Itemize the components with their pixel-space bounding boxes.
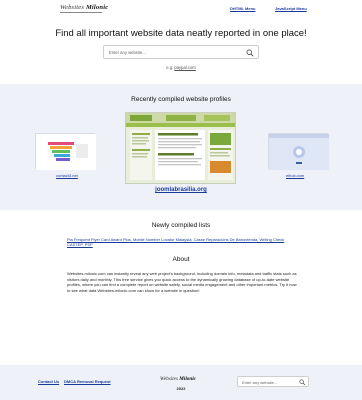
elhok-preview-image	[269, 134, 329, 170]
profile-caption-joomlabrasilia[interactable]: joomlabrasilia.org	[0, 187, 362, 193]
footer-search-icon[interactable]	[298, 379, 306, 386]
footer-dmca-link[interactable]: DMCA Removal Request	[64, 379, 111, 384]
logo-brand: Milonic	[85, 4, 109, 11]
logo-prefix: Websites	[60, 4, 85, 11]
about-text: Websites.milonic.com can instantly revea…	[67, 271, 297, 293]
footer-logo-prefix: Websites	[160, 376, 178, 382]
profile-caption-contact3[interactable]: contact3.net	[56, 173, 78, 178]
contact3-preview-image	[36, 134, 96, 170]
compiled-lists-links[interactable]: Pia Frequent Flyer Card Award Plus, Mobi…	[67, 237, 297, 248]
footer-contact-link[interactable]: Contact Us	[38, 379, 59, 384]
nav-dhtml-menu-link[interactable]: DHTML Menu	[230, 6, 255, 11]
search-input[interactable]: Enter any website...	[103, 45, 259, 59]
site-header: Websites Milonic DHTML Menu JavaScript M…	[0, 0, 362, 22]
footer-search-placeholder: Enter any website...	[242, 379, 278, 385]
footer-logo-brand: Milonic	[179, 376, 196, 382]
example-link[interactable]: paypal.com	[174, 65, 195, 70]
lists-title: Newly compiled lists	[151, 222, 211, 229]
profile-thumbnail-contact3[interactable]	[35, 133, 96, 170]
example-prefix: e.g.	[166, 65, 174, 70]
search-example: e.g. paypal.com	[0, 65, 362, 70]
footer-search-input[interactable]: Enter any website...	[237, 376, 309, 387]
search-icon[interactable]	[246, 49, 254, 57]
profile-thumbnail-joomlabrasilia[interactable]	[125, 112, 236, 184]
hero-title: Find all important website data neatly r…	[55, 28, 307, 39]
nav-javascript-menu-link[interactable]: JavaScript Menu	[275, 6, 307, 11]
joomlabrasilia-preview-image	[126, 113, 235, 183]
footer-logo[interactable]: Websites Milonic	[160, 376, 196, 382]
logo-underline	[60, 12, 102, 13]
site-logo[interactable]: Websites Milonic	[60, 4, 108, 13]
about-title: About	[172, 256, 190, 263]
profile-caption-elhok[interactable]: elhok.com	[286, 173, 304, 178]
profiles-title: Recently compiled website profiles	[131, 96, 231, 103]
search-placeholder: Enter any website...	[109, 49, 146, 55]
profile-thumbnail-elhok[interactable]	[268, 133, 329, 170]
